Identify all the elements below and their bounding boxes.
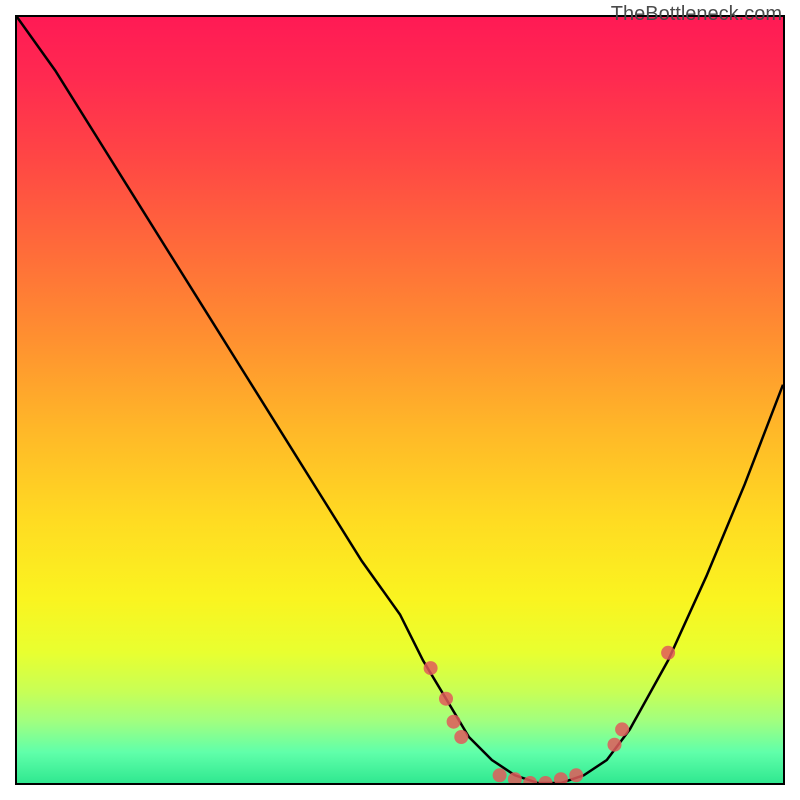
data-point-marker — [554, 772, 568, 783]
data-point-marker — [661, 646, 675, 660]
data-point-marker — [508, 772, 522, 783]
data-point-marker — [493, 768, 507, 782]
data-point-marker — [447, 715, 461, 729]
data-point-marker — [454, 730, 468, 744]
data-point-marker — [439, 692, 453, 706]
plot-area — [15, 15, 785, 785]
data-point-marker — [608, 738, 622, 752]
data-point-marker — [424, 661, 438, 675]
watermark-text: TheBottleneck.com — [611, 3, 782, 26]
data-point-marker — [523, 776, 537, 783]
data-point-marker — [615, 722, 629, 736]
curve-path-group — [17, 17, 783, 783]
curve-svg — [17, 17, 783, 783]
bottleneck-curve — [17, 17, 783, 783]
chart-container: TheBottleneck.com — [0, 0, 800, 800]
data-point-marker — [569, 768, 583, 782]
data-point-marker — [539, 776, 553, 783]
